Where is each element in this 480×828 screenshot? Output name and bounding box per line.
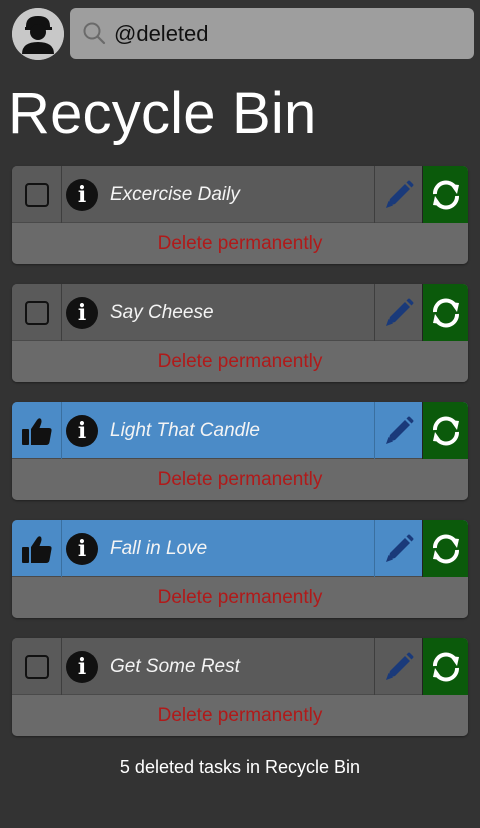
delete-permanently-button[interactable]: Delete permanently xyxy=(12,695,468,736)
task-info-button[interactable]: i xyxy=(62,284,102,341)
pencil-icon xyxy=(385,180,413,208)
restore-arrows-icon xyxy=(432,652,459,681)
pencil-icon xyxy=(385,416,413,444)
task-info-button[interactable]: i xyxy=(62,520,102,577)
restore-arrows-icon xyxy=(432,298,459,327)
restore-button[interactable] xyxy=(422,520,468,577)
task-info-button[interactable]: i xyxy=(62,638,102,695)
task-status[interactable] xyxy=(12,520,62,577)
pencil-icon xyxy=(385,534,413,562)
delete-permanently-button[interactable]: Delete permanently xyxy=(12,459,468,500)
delete-permanently-button[interactable]: Delete permanently xyxy=(12,577,468,618)
info-icon: i xyxy=(66,414,98,447)
checkbox-icon[interactable] xyxy=(24,654,49,679)
task-row: i Light That Candle xyxy=(12,402,468,459)
task-status[interactable] xyxy=(12,638,62,695)
task-row: i Get Some Rest xyxy=(12,638,468,695)
thumbs-up-icon[interactable] xyxy=(20,414,54,448)
info-icon: i xyxy=(66,650,98,683)
search-input[interactable] xyxy=(114,8,464,59)
pencil-icon xyxy=(385,298,413,326)
task-name[interactable]: Say Cheese xyxy=(102,284,374,341)
search-icon xyxy=(83,22,106,45)
edit-button[interactable] xyxy=(374,402,422,459)
task-row: i Excercise Daily xyxy=(12,166,468,223)
task-name[interactable]: Fall in Love xyxy=(102,520,374,577)
task-card: i Fall in Love Delete permanently xyxy=(12,520,468,618)
top-bar xyxy=(0,0,480,66)
checkbox-icon[interactable] xyxy=(24,182,49,207)
delete-permanently-button[interactable]: Delete permanently xyxy=(12,223,468,264)
task-row: i Fall in Love xyxy=(12,520,468,577)
task-list: i Excercise Daily Delete permanently i S… xyxy=(12,166,468,756)
restore-arrows-icon xyxy=(432,416,459,445)
task-name[interactable]: Light That Candle xyxy=(102,402,374,459)
task-status[interactable] xyxy=(12,166,62,223)
task-status[interactable] xyxy=(12,284,62,341)
restore-button[interactable] xyxy=(422,166,468,223)
edit-button[interactable] xyxy=(374,166,422,223)
restore-button[interactable] xyxy=(422,402,468,459)
edit-button[interactable] xyxy=(374,284,422,341)
task-name[interactable]: Excercise Daily xyxy=(102,166,374,223)
page-title: Recycle Bin xyxy=(8,81,317,146)
pencil-icon xyxy=(385,652,413,680)
task-info-button[interactable]: i xyxy=(62,402,102,459)
info-icon: i xyxy=(66,178,98,211)
user-avatar-icon[interactable] xyxy=(12,8,64,60)
delete-permanently-button[interactable]: Delete permanently xyxy=(12,341,468,382)
task-card: i Say Cheese Delete permanently xyxy=(12,284,468,382)
restore-arrows-icon xyxy=(432,180,459,209)
task-card: i Get Some Rest Delete permanently xyxy=(12,638,468,736)
edit-button[interactable] xyxy=(374,638,422,695)
task-info-button[interactable]: i xyxy=(62,166,102,223)
checkbox-icon[interactable] xyxy=(24,300,49,325)
task-name[interactable]: Get Some Rest xyxy=(102,638,374,695)
edit-button[interactable] xyxy=(374,520,422,577)
recycle-bin-count: 5 deleted tasks in Recycle Bin xyxy=(119,757,361,777)
info-icon: i xyxy=(66,532,98,565)
task-card: i Light That Candle Delete permanently xyxy=(12,402,468,500)
restore-arrows-icon xyxy=(432,534,459,563)
search-bar xyxy=(70,8,474,59)
task-row: i Say Cheese xyxy=(12,284,468,341)
task-status[interactable] xyxy=(12,402,62,459)
restore-button[interactable] xyxy=(422,638,468,695)
restore-button[interactable] xyxy=(422,284,468,341)
task-card: i Excercise Daily Delete permanently xyxy=(12,166,468,264)
info-icon: i xyxy=(66,296,98,329)
thumbs-up-icon[interactable] xyxy=(20,532,54,566)
